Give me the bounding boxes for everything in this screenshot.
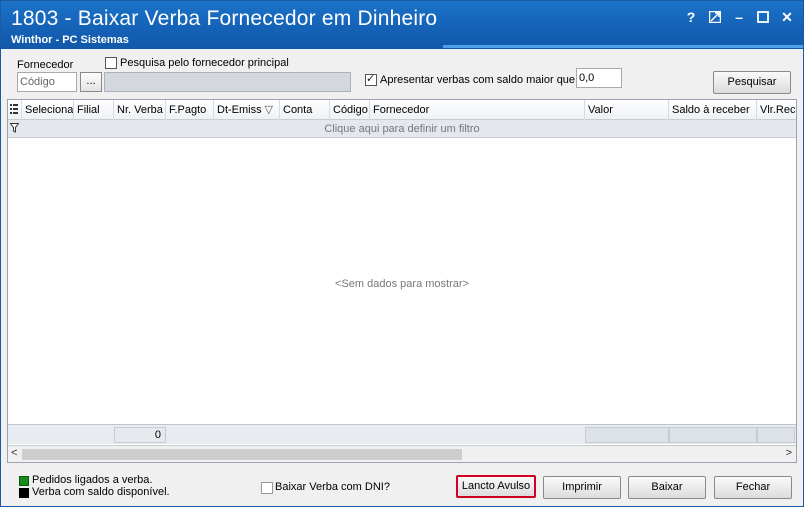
column-vlr-recebido[interactable]: Vlr.Recebido (757, 100, 796, 120)
dni-checkbox-label: Baixar Verba com DNI? (275, 481, 390, 493)
legend-saldo-label: Verba com saldo disponível. (32, 486, 170, 498)
column-dt-emiss[interactable]: Dt-Emiss ▽ (214, 100, 280, 120)
column-chooser-icon[interactable] (8, 100, 22, 120)
principal-checkbox[interactable] (105, 57, 117, 69)
filter-panel: Fornecedor Código ... Pesquisa pelo forn… (7, 53, 797, 97)
verbas-grid[interactable]: Selecionado Filial Nr. Verba F.Pagto Dt-… (7, 99, 797, 463)
column-saldo-receber[interactable]: Saldo à receber (669, 100, 757, 120)
footer-saldo-total (669, 427, 757, 443)
column-dt-emiss-label: Dt-Emiss (217, 104, 262, 116)
fechar-button[interactable]: Fechar (714, 476, 792, 499)
window-title: 1803 - Baixar Verba Fornecedor em Dinhei… (11, 7, 438, 30)
principal-checkbox-label: Pesquisa pelo fornecedor principal (120, 57, 289, 69)
grid-footer: 0 (8, 424, 796, 444)
column-nr-verba[interactable]: Nr. Verba (114, 100, 166, 120)
browse-fornecedor-button[interactable]: ... (80, 72, 102, 92)
lancto-avulso-button[interactable]: Lancto Avulso (456, 475, 536, 498)
title-bar: 1803 - Baixar Verba Fornecedor em Dinhei… (1, 1, 803, 49)
saldo-checkbox[interactable] (365, 72, 377, 86)
close-icon[interactable]: ✕ (777, 7, 797, 27)
footer-count: 0 (114, 427, 166, 443)
column-valor[interactable]: Valor (585, 100, 669, 120)
column-filial[interactable]: Filial (74, 100, 114, 120)
imprimir-button[interactable]: Imprimir (543, 476, 621, 499)
help-icon[interactable]: ? (681, 7, 701, 27)
dni-checkbox[interactable] (261, 482, 273, 494)
column-conta[interactable]: Conta (280, 100, 330, 120)
scroll-right-icon[interactable]: > (786, 447, 792, 459)
footer-valor-total (585, 427, 669, 443)
maximize-icon[interactable] (753, 7, 773, 27)
grid-header: Selecionado Filial Nr. Verba F.Pagto Dt-… (8, 100, 796, 120)
scroll-left-icon[interactable]: < (11, 447, 17, 459)
legend-green-swatch (19, 476, 29, 486)
main-window: 1803 - Baixar Verba Fornecedor em Dinhei… (0, 0, 804, 507)
filter-prompt: Clique aqui para definir um filtro (324, 123, 480, 135)
title-accent-bar (443, 45, 803, 48)
column-codigo[interactable]: Código (330, 100, 370, 120)
fornecedor-name-field (104, 72, 351, 92)
column-fornecedor[interactable]: Fornecedor (370, 100, 585, 120)
empty-message: <Sem dados para mostrar> (335, 278, 469, 290)
saldo-checkbox-label: Apresentar verbas com saldo maior que (380, 74, 576, 86)
minimize-icon[interactable]: – (729, 7, 749, 27)
legend-pedidos-label: Pedidos ligados a verba. (32, 474, 153, 486)
resize-icon[interactable] (705, 7, 725, 27)
window-subtitle: Winthor - PC Sistemas (11, 34, 129, 46)
search-button[interactable]: Pesquisar (713, 71, 791, 94)
horizontal-scrollbar[interactable]: < > (8, 445, 796, 462)
scrollbar-thumb[interactable] (22, 449, 462, 460)
saldo-value-input[interactable]: 0,0 (576, 68, 622, 88)
baixar-button[interactable]: Baixar (628, 476, 706, 499)
column-selecionado[interactable]: Selecionado (22, 100, 74, 120)
grid-filter-row[interactable]: Clique aqui para definir um filtro (8, 120, 796, 138)
window-controls: ? – ✕ (681, 7, 797, 27)
fornecedor-code-input[interactable]: Código (17, 72, 77, 92)
legend-black-swatch (19, 488, 29, 498)
fornecedor-label: Fornecedor (17, 59, 74, 71)
footer-recebido-total (757, 427, 795, 443)
sort-desc-icon: ▽ (264, 104, 273, 116)
column-f-pagto[interactable]: F.Pagto (166, 100, 214, 120)
